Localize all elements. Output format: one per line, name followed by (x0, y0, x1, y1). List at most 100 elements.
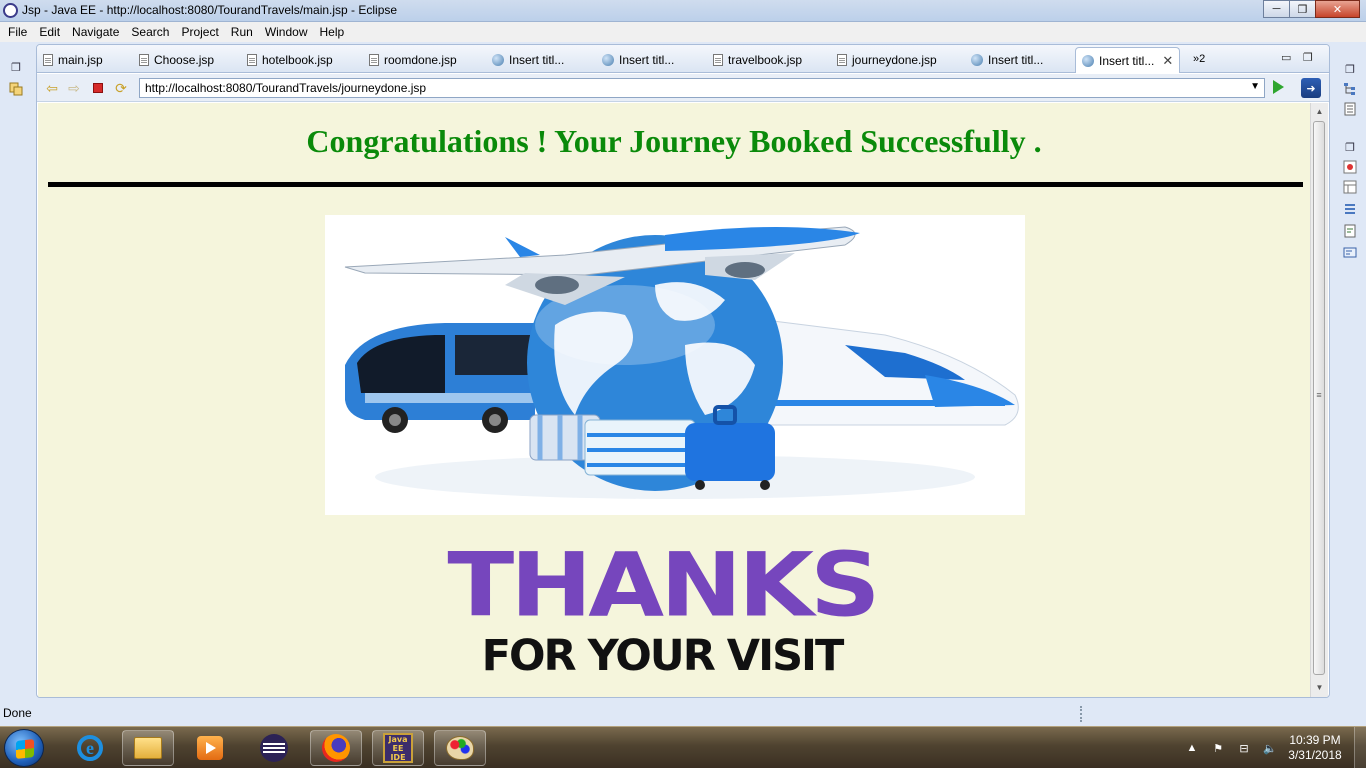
java-ee-ide-icon[interactable]: Java EE IDE (372, 730, 424, 766)
show-hidden-icons-icon[interactable]: ▲ (1184, 740, 1200, 756)
action-center-flag-icon[interactable]: ⚑ (1210, 740, 1226, 756)
console-icon[interactable] (1340, 244, 1360, 262)
menu-search[interactable]: Search (125, 22, 175, 42)
menu-file[interactable]: File (2, 22, 33, 42)
jsp-file-icon (837, 54, 847, 66)
left-trim-bar: ❐ (0, 42, 34, 702)
scroll-down-icon[interactable]: ▼ (1311, 679, 1328, 695)
web-page-content: Congratulations ! Your Journey Booked Su… (38, 103, 1310, 697)
restore-icon[interactable]: ❐ (1340, 60, 1360, 78)
restore-icon[interactable]: ❐ (6, 58, 26, 76)
maximize-editor-icon[interactable]: ❐ (1303, 51, 1313, 64)
menu-navigate[interactable]: Navigate (66, 22, 125, 42)
show-desktop-button[interactable] (1354, 727, 1366, 768)
tab-journeydone-jsp[interactable]: journeydone.jsp (837, 48, 937, 72)
menu-edit[interactable]: Edit (33, 22, 66, 42)
tab-choose-jsp[interactable]: Choose.jsp (139, 48, 214, 72)
globe-icon (492, 54, 504, 66)
paint-icon[interactable] (434, 730, 486, 766)
tab-hotelbook-jsp[interactable]: hotelbook.jsp (247, 48, 333, 72)
window-title: Jsp - Java EE - http://localhost:8080/To… (22, 3, 398, 17)
url-dropdown-icon[interactable]: ▼ (1250, 81, 1260, 92)
window-controls: ─ ❐ ✕ (1263, 0, 1360, 18)
tab-label: Insert titl... (509, 53, 565, 67)
eclipse-icon[interactable] (248, 730, 300, 766)
tab-label: travelbook.jsp (728, 53, 803, 67)
url-input[interactable] (140, 79, 1264, 97)
tab-label: roomdone.jsp (384, 53, 457, 67)
servers-icon[interactable] (1340, 200, 1360, 218)
tab-insert-title-1[interactable]: Insert titl... (492, 48, 564, 72)
globe-icon (602, 54, 614, 66)
thanks-title: THANKS (447, 534, 880, 638)
tab-label: Insert titl... (1099, 53, 1155, 68)
close-tab-icon[interactable]: ✕ (1162, 53, 1173, 69)
scroll-grip-icon: ≡ (1316, 390, 1322, 400)
minimize-editor-icon[interactable]: ▭ (1281, 51, 1291, 64)
menu-project[interactable]: Project (175, 22, 224, 42)
tab-label: Insert titl... (619, 53, 675, 67)
eclipse-app-icon[interactable] (3, 3, 18, 18)
media-player-icon[interactable] (184, 730, 236, 766)
forward-arrow-icon[interactable]: ⇨ (65, 80, 83, 96)
properties-icon[interactable] (1340, 178, 1360, 196)
tab-overflow-indicator[interactable]: »2 (1193, 53, 1205, 65)
thanks-subtitle: FOR YOUR VISIT (481, 631, 845, 681)
tab-roomdone-jsp[interactable]: roomdone.jsp (369, 48, 457, 72)
tab-main-jsp[interactable]: main.jsp (43, 48, 103, 72)
internet-explorer-icon[interactable]: e (64, 730, 116, 766)
back-arrow-icon[interactable]: ⇦ (43, 80, 61, 96)
refresh-icon[interactable]: ⟳ (112, 80, 130, 96)
minimize-button[interactable]: ─ (1263, 0, 1290, 18)
vertical-scrollbar[interactable]: ▲ ≡ ▼ (1310, 103, 1328, 697)
tab-insert-title-active[interactable]: Insert titl... ✕ (1075, 47, 1181, 73)
maximize-button[interactable]: ❐ (1289, 0, 1316, 18)
tab-label: hotelbook.jsp (262, 53, 333, 67)
network-icon[interactable]: ⊟ (1236, 740, 1252, 756)
menu-help[interactable]: Help (314, 22, 351, 42)
jsp-file-icon (43, 54, 53, 66)
tab-label: Insert titl... (988, 53, 1044, 67)
travel-image (325, 215, 1025, 515)
editor-tab-strip: main.jsp Choose.jsp hotelbook.jsp roomdo… (37, 45, 1329, 73)
stop-icon[interactable] (89, 80, 107, 96)
volume-icon[interactable]: 🔈 (1262, 740, 1278, 756)
thanks-banner: THANKS FOR YOUR VISIT (360, 541, 964, 681)
clock-time: 10:39 PM (1289, 733, 1341, 747)
restore-icon[interactable]: ❐ (1340, 138, 1360, 156)
outline-icon[interactable] (1340, 80, 1360, 98)
editor-area: main.jsp Choose.jsp hotelbook.jsp roomdo… (36, 44, 1330, 698)
tab-insert-title-2[interactable]: Insert titl... (602, 48, 674, 72)
scroll-up-icon[interactable]: ▲ (1311, 103, 1328, 119)
menu-window[interactable]: Window (259, 22, 314, 42)
status-text: Done (3, 706, 32, 720)
open-external-icon[interactable]: ➜ (1301, 78, 1321, 98)
taskbar-clock[interactable]: 10:39 PM 3/31/2018 (1282, 733, 1348, 763)
windows-taskbar: e Java EE IDE ▲ ⚑ ⊟ 🔈 10:39 PM 3/31/2018 (0, 726, 1366, 768)
tab-travelbook-jsp[interactable]: travelbook.jsp (713, 48, 802, 72)
status-grip (1080, 706, 1082, 722)
task-list-icon[interactable] (1340, 100, 1360, 118)
go-icon[interactable] (1273, 80, 1284, 94)
file-explorer-icon[interactable] (122, 730, 174, 766)
tab-label: Choose.jsp (154, 53, 215, 67)
ide-label: IDE (390, 752, 406, 762)
window-titlebar: Jsp - Java EE - http://localhost:8080/To… (0, 0, 1366, 22)
close-button[interactable]: ✕ (1315, 0, 1360, 18)
firefox-icon[interactable] (310, 730, 362, 766)
data-source-icon[interactable] (1340, 222, 1360, 240)
tab-label: journeydone.jsp (852, 53, 937, 67)
jsp-file-icon (369, 54, 379, 66)
scroll-thumb[interactable]: ≡ (1313, 121, 1325, 675)
tab-insert-title-3[interactable]: Insert titl... (971, 48, 1043, 72)
globe-icon (971, 54, 983, 66)
start-button[interactable] (4, 729, 44, 767)
clock-date: 3/31/2018 (1288, 748, 1342, 762)
browser-toolbar: ⇦ ⇨ ⟳ ▼ ➜ (37, 74, 1329, 102)
menubar: File Edit Navigate Search Project Run Wi… (0, 22, 1366, 42)
package-explorer-icon[interactable] (6, 80, 26, 98)
markers-icon[interactable] (1340, 158, 1360, 176)
status-bar: Done (0, 702, 1366, 726)
jsp-file-icon (139, 54, 149, 66)
menu-run[interactable]: Run (225, 22, 259, 42)
